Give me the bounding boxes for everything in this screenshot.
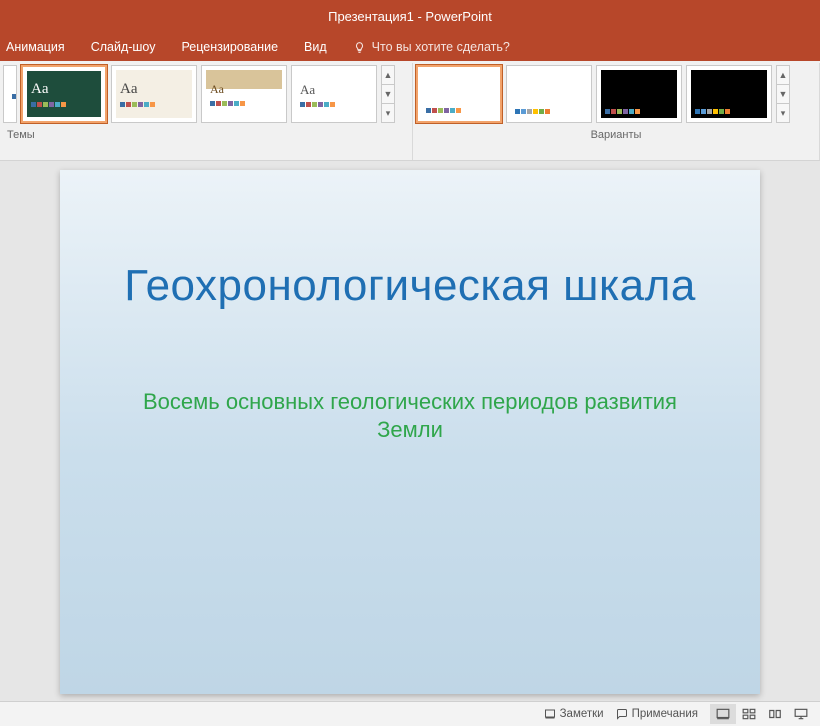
theme-thumb-1[interactable]: Aa bbox=[21, 65, 107, 123]
view-reading-button[interactable] bbox=[762, 704, 788, 724]
tell-me-placeholder: Что вы хотите сделать? bbox=[372, 40, 510, 54]
title-bar: Презентация1 - PowerPoint bbox=[0, 0, 820, 33]
ribbon: Aa Aa Aa bbox=[0, 61, 820, 161]
window-title: Презентация1 - PowerPoint bbox=[328, 9, 492, 24]
themes-expand[interactable]: ▾ bbox=[382, 103, 394, 122]
variants-gallery: ▲ ▼ ▾ bbox=[416, 65, 816, 123]
status-comments[interactable]: Примечания bbox=[616, 708, 698, 720]
variants-scroll-down[interactable]: ▼ bbox=[777, 84, 789, 103]
themes-gallery: Aa Aa Aa bbox=[3, 65, 409, 123]
status-bar: Заметки Примечания bbox=[0, 701, 820, 726]
tab-slideshow[interactable]: Слайд-шоу bbox=[91, 40, 156, 54]
variant-thumb-3[interactable] bbox=[596, 65, 682, 123]
tab-review[interactable]: Рецензирование bbox=[182, 40, 279, 54]
notes-icon bbox=[544, 708, 556, 720]
slide[interactable]: Геохронологическая шкала Восемь основных… bbox=[60, 170, 760, 694]
status-notes[interactable]: Заметки bbox=[544, 708, 604, 720]
variant-thumb-1[interactable] bbox=[416, 65, 502, 123]
themes-gallery-spinner: ▲ ▼ ▾ bbox=[381, 65, 395, 123]
view-reading-icon bbox=[768, 708, 782, 720]
variants-scroll-up[interactable]: ▲ bbox=[777, 66, 789, 84]
variant-thumb-4[interactable] bbox=[686, 65, 772, 123]
view-mode-buttons bbox=[710, 704, 814, 724]
themes-scroll-up[interactable]: ▲ bbox=[382, 66, 394, 84]
view-slideshow-icon bbox=[794, 708, 808, 720]
view-sorter-button[interactable] bbox=[736, 704, 762, 724]
variant-thumb-2[interactable] bbox=[506, 65, 592, 123]
themes-scroll-down[interactable]: ▼ bbox=[382, 84, 394, 103]
ribbon-group-variants: ▲ ▼ ▾ Варианты bbox=[413, 63, 820, 160]
variants-group-label: Варианты bbox=[416, 123, 816, 141]
slide-title[interactable]: Геохронологическая шкала bbox=[124, 260, 696, 313]
view-normal-icon bbox=[716, 708, 730, 720]
status-notes-label: Заметки bbox=[560, 708, 604, 720]
view-normal-button[interactable] bbox=[710, 704, 736, 724]
theme-thumb-prev[interactable] bbox=[3, 65, 17, 123]
ribbon-group-themes: Aa Aa Aa bbox=[0, 63, 413, 160]
ribbon-tabs: Анимация Слайд-шоу Рецензирование Вид Чт… bbox=[0, 33, 820, 61]
lightbulb-icon bbox=[353, 41, 366, 54]
view-sorter-icon bbox=[742, 708, 756, 720]
slide-canvas-area[interactable]: Геохронологическая шкала Восемь основных… bbox=[0, 161, 820, 701]
view-slideshow-button[interactable] bbox=[788, 704, 814, 724]
tab-animation[interactable]: Анимация bbox=[6, 40, 65, 54]
themes-group-label: Темы bbox=[3, 123, 409, 141]
theme-thumb-3[interactable]: Aa bbox=[201, 65, 287, 123]
variants-expand[interactable]: ▾ bbox=[777, 103, 789, 122]
theme-thumb-2[interactable]: Aa bbox=[111, 65, 197, 123]
theme-thumb-4[interactable]: Aa bbox=[291, 65, 377, 123]
comments-icon bbox=[616, 708, 628, 720]
tell-me-search[interactable]: Что вы хотите сделать? bbox=[353, 40, 510, 54]
variants-gallery-spinner: ▲ ▼ ▾ bbox=[776, 65, 790, 123]
tab-view[interactable]: Вид bbox=[304, 40, 327, 54]
slide-subtitle[interactable]: Восемь основных геологических периодов р… bbox=[120, 388, 700, 445]
status-comments-label: Примечания bbox=[632, 708, 698, 720]
